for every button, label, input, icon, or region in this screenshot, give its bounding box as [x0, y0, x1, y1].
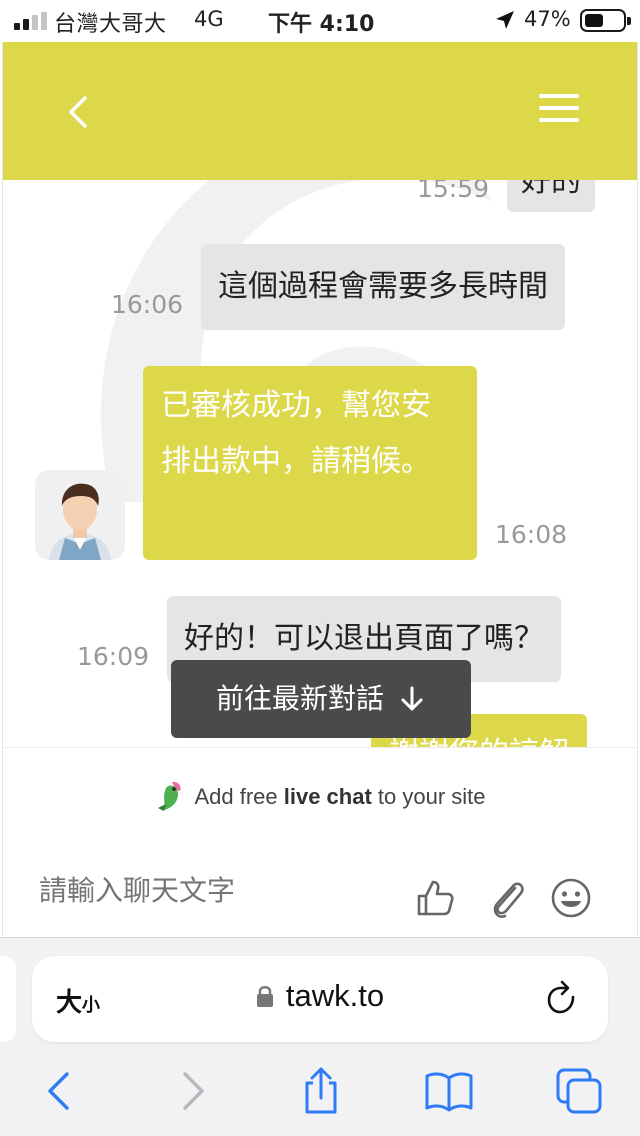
tabs-icon[interactable] — [554, 1066, 604, 1116]
signal-strength-icon — [14, 12, 48, 30]
carrier-name: 台灣大哥大 — [54, 12, 167, 37]
message-time: 16:08 — [495, 520, 568, 549]
network-type: 4G — [194, 7, 224, 31]
status-bar: 台灣大哥大 4G 下午 4:10 47% — [0, 0, 640, 42]
promo-link[interactable]: Add free live chat to your site — [3, 778, 637, 812]
share-icon[interactable] — [296, 1066, 346, 1116]
message-time: 16:06 — [111, 290, 184, 319]
browser-chrome: 大小 tawk.to — [0, 937, 640, 1136]
parrot-icon — [158, 781, 181, 811]
address-bar[interactable]: 大小 tawk.to — [32, 956, 608, 1042]
smiley-icon[interactable] — [549, 876, 593, 920]
chat-header — [3, 42, 637, 180]
url-display[interactable]: tawk.to — [32, 978, 608, 1014]
jump-to-latest-button[interactable]: 前往最新對話 — [171, 660, 471, 738]
reload-icon[interactable] — [546, 980, 580, 1018]
chat-message-input[interactable] — [39, 874, 379, 907]
paperclip-icon[interactable] — [485, 876, 529, 920]
location-arrow-icon — [496, 11, 514, 29]
agent-message-bubble: 已審核成功，幫您安排出款中，請稍候。 — [143, 366, 477, 560]
previous-tab-card[interactable] — [0, 956, 16, 1042]
chat-widget: 好的 15:59 這個過程會需要多長時間 16:06 已審核成功，幫您安排出款中… — [2, 42, 638, 937]
clock: 下午 4:10 — [268, 12, 375, 37]
bookmarks-icon[interactable] — [424, 1066, 474, 1116]
thumbs-up-icon[interactable] — [413, 876, 457, 920]
back-icon[interactable] — [36, 1066, 86, 1116]
forward-icon[interactable] — [166, 1066, 216, 1116]
arrow-down-icon — [401, 686, 423, 711]
message-bubble: 這個過程會需要多長時間 — [201, 244, 565, 330]
message-time: 16:09 — [77, 642, 150, 671]
hamburger-menu-icon[interactable] — [539, 94, 579, 128]
back-chevron-icon[interactable] — [59, 92, 99, 132]
agent-avatar — [35, 470, 125, 560]
chat-footer: Add free live chat to your site — [3, 747, 637, 937]
lock-icon — [256, 986, 273, 1007]
battery-icon — [580, 9, 631, 32]
battery-percent: 47% — [524, 7, 571, 31]
